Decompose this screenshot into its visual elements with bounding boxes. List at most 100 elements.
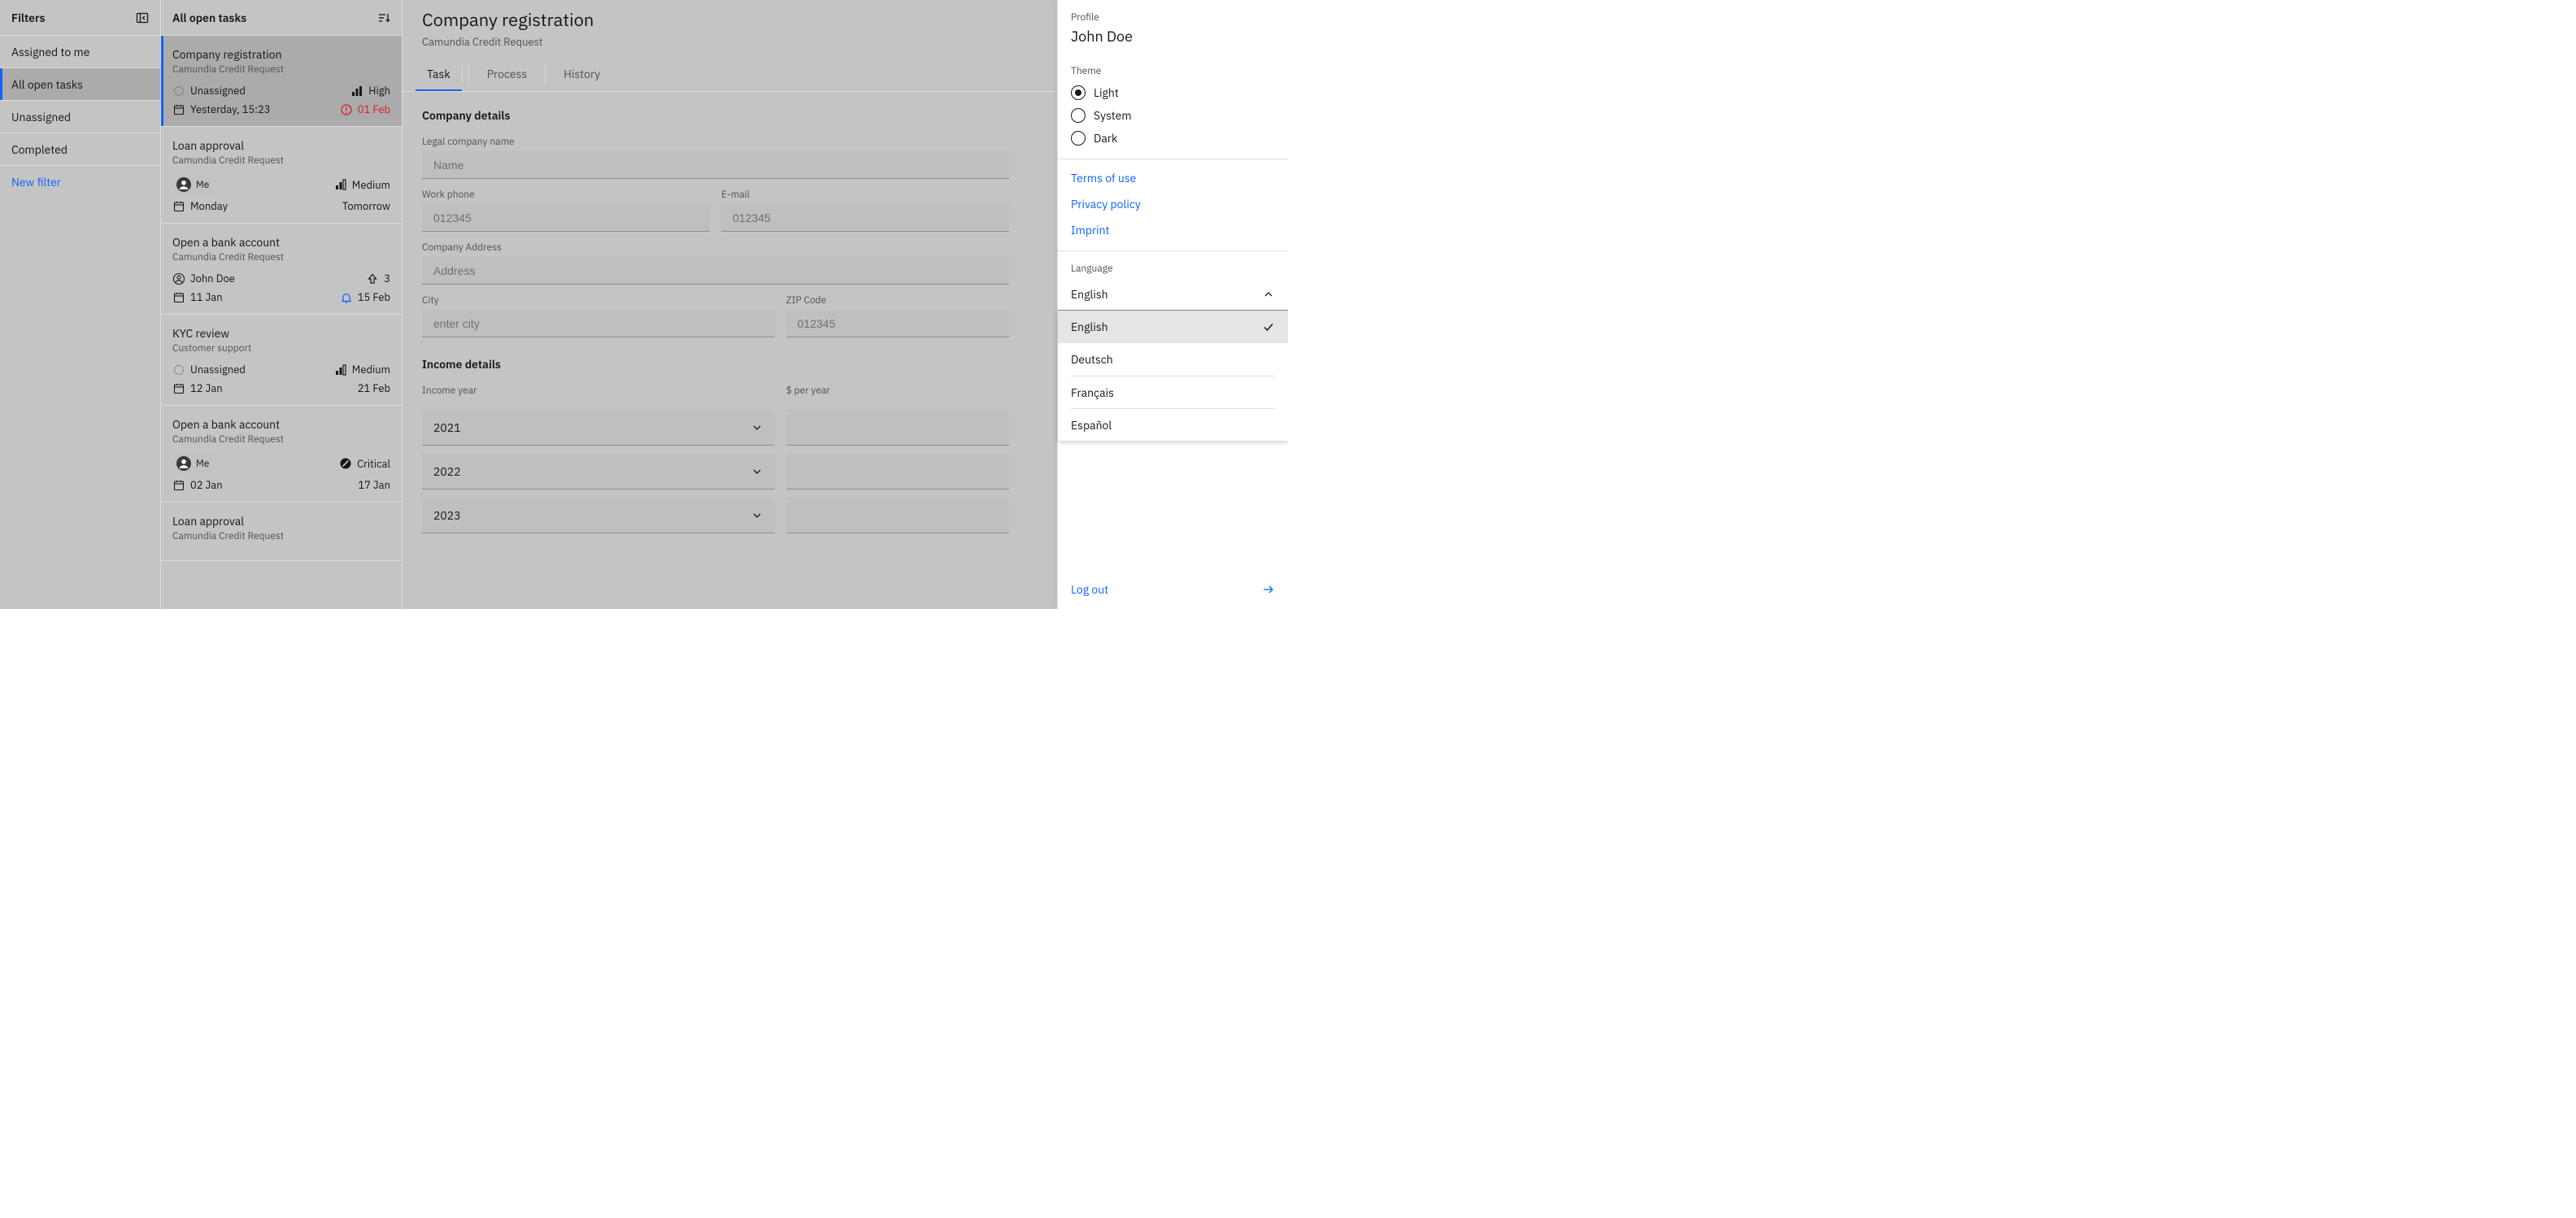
filter-item[interactable]: Unassigned bbox=[0, 101, 160, 133]
logout-label: Log out bbox=[1071, 582, 1108, 597]
task-card-title: Open a bank account bbox=[172, 235, 390, 250]
chevron-up-icon bbox=[1262, 288, 1275, 301]
filter-item[interactable]: Completed bbox=[0, 133, 160, 166]
legal-name-input[interactable] bbox=[422, 151, 1009, 179]
email-label: E-mail bbox=[721, 189, 1009, 201]
theme-option[interactable]: Light bbox=[1071, 85, 1275, 100]
priority-badge: Medium bbox=[334, 363, 390, 376]
filter-item[interactable]: Assigned to me bbox=[0, 36, 160, 68]
footer-link[interactable]: Imprint bbox=[1071, 223, 1275, 237]
chevron-down-icon bbox=[751, 421, 764, 434]
profile-label: Profile bbox=[1071, 11, 1275, 24]
theme-option-label: System bbox=[1094, 108, 1132, 123]
zip-label: ZIP Code bbox=[786, 294, 1009, 307]
language-option[interactable]: English bbox=[1058, 311, 1288, 343]
task-card-process: Customer support bbox=[172, 342, 390, 355]
filters-title: Filters bbox=[11, 11, 45, 25]
assignee-chip-me: Me bbox=[172, 175, 217, 194]
theme-option[interactable]: System bbox=[1071, 108, 1275, 123]
chevron-down-icon bbox=[751, 465, 764, 478]
work-phone-label: Work phone bbox=[422, 189, 710, 201]
profile-name: John Doe bbox=[1071, 27, 1133, 46]
task-card[interactable]: Open a bank account Camundia Credit Requ… bbox=[161, 224, 402, 315]
city-input[interactable] bbox=[422, 310, 775, 337]
legal-name-label: Legal company name bbox=[422, 136, 1009, 148]
due-date-reminder: 15 Feb bbox=[340, 290, 390, 304]
priority-badge: High bbox=[350, 84, 390, 98]
task-card-title: Company registration bbox=[172, 47, 390, 62]
created-date: 12 Jan bbox=[172, 381, 223, 395]
created-date: Yesterday, 15:23 bbox=[172, 102, 271, 116]
task-card[interactable]: Company registration Camundia Credit Req… bbox=[161, 36, 402, 127]
arrow-right-icon bbox=[1262, 583, 1275, 596]
task-card[interactable]: Loan approval Camundia Credit Request Me… bbox=[161, 127, 402, 224]
task-card-title: Loan approval bbox=[172, 138, 390, 153]
task-card[interactable]: Open a bank account Camundia Credit Requ… bbox=[161, 406, 402, 502]
sort-icon[interactable] bbox=[377, 11, 390, 24]
zip-input[interactable] bbox=[786, 310, 1009, 337]
income-amount-input[interactable] bbox=[786, 410, 1009, 446]
income-year-select[interactable]: 2022 bbox=[422, 454, 775, 489]
created-date: 02 Jan bbox=[172, 478, 223, 492]
chevron-down-icon bbox=[751, 509, 764, 522]
language-option[interactable]: Deutsch bbox=[1071, 343, 1275, 376]
created-date: 11 Jan bbox=[172, 290, 223, 304]
address-input[interactable] bbox=[422, 257, 1009, 285]
task-title: Company registration bbox=[422, 8, 594, 32]
new-filter-button[interactable]: New filter bbox=[0, 166, 160, 198]
theme-label: Theme bbox=[1071, 65, 1275, 77]
email-input[interactable] bbox=[721, 204, 1009, 232]
priority-badge: Medium bbox=[334, 178, 390, 192]
check-icon bbox=[1262, 320, 1275, 333]
due-date: 21 Feb bbox=[358, 381, 390, 395]
assignee-user: John Doe bbox=[172, 272, 235, 285]
radio-icon bbox=[1071, 85, 1086, 100]
task-card-process: Camundia Credit Request bbox=[172, 433, 390, 446]
language-select[interactable]: English bbox=[1058, 278, 1288, 311]
footer-link[interactable]: Privacy policy bbox=[1071, 197, 1275, 211]
logout-button[interactable]: Log out bbox=[1058, 570, 1288, 609]
income-amount-input[interactable] bbox=[786, 498, 1009, 533]
theme-option-label: Dark bbox=[1094, 131, 1117, 146]
assignee-unassigned: Unassigned bbox=[172, 84, 246, 98]
per-year-label: $ per year bbox=[786, 385, 1009, 397]
income-amount-input[interactable] bbox=[786, 454, 1009, 489]
task-card-process: Camundia Credit Request bbox=[172, 63, 390, 76]
task-process: Camundia Credit Request bbox=[422, 35, 594, 49]
language-option[interactable]: Español bbox=[1071, 408, 1275, 441]
filter-item[interactable]: All open tasks bbox=[0, 68, 160, 101]
radio-icon bbox=[1071, 131, 1086, 146]
task-card[interactable]: Loan approval Camundia Credit Request bbox=[161, 502, 402, 561]
company-section-title: Company details bbox=[422, 108, 1009, 123]
task-card-process: Camundia Credit Request bbox=[172, 530, 390, 542]
task-card-title: Loan approval bbox=[172, 514, 390, 529]
address-label: Company Address bbox=[422, 241, 1009, 254]
task-card-title: KYC review bbox=[172, 326, 390, 341]
tab-process[interactable]: Process bbox=[476, 59, 538, 91]
work-phone-input[interactable] bbox=[422, 204, 710, 232]
upvote-count: 3 bbox=[366, 272, 390, 285]
footer-link[interactable]: Terms of use bbox=[1071, 171, 1275, 185]
created-date: Monday bbox=[172, 199, 228, 213]
task-card-process: Camundia Credit Request bbox=[172, 154, 390, 167]
income-year-select[interactable]: 2021 bbox=[422, 410, 775, 446]
due-date: Tomorrow bbox=[342, 199, 390, 213]
tab-history[interactable]: History bbox=[552, 59, 611, 91]
language-option[interactable]: Français bbox=[1071, 376, 1275, 408]
task-list-title: All open tasks bbox=[172, 11, 246, 25]
collapse-sidebar-icon[interactable] bbox=[136, 11, 149, 24]
due-date: 17 Jan bbox=[358, 478, 390, 492]
income-year-select[interactable]: 2023 bbox=[422, 498, 775, 533]
assignee-unassigned: Unassigned bbox=[172, 363, 246, 376]
income-section-title: Income details bbox=[422, 357, 1009, 372]
task-form: Company details Legal company name Work … bbox=[402, 92, 1029, 550]
assignee-chip-me: Me bbox=[172, 454, 217, 473]
theme-option-label: Light bbox=[1094, 85, 1119, 100]
task-card[interactable]: KYC review Customer support Unassigned Me… bbox=[161, 315, 402, 406]
task-list-header: All open tasks bbox=[161, 0, 402, 36]
theme-option[interactable]: Dark bbox=[1071, 131, 1275, 146]
tab-task[interactable]: Task bbox=[416, 59, 462, 91]
profile-drawer: Profile John Doe Theme Light System Dark… bbox=[1057, 0, 1288, 609]
due-date-overdue: 01 Feb bbox=[340, 102, 390, 116]
filters-header: Filters bbox=[0, 0, 160, 36]
